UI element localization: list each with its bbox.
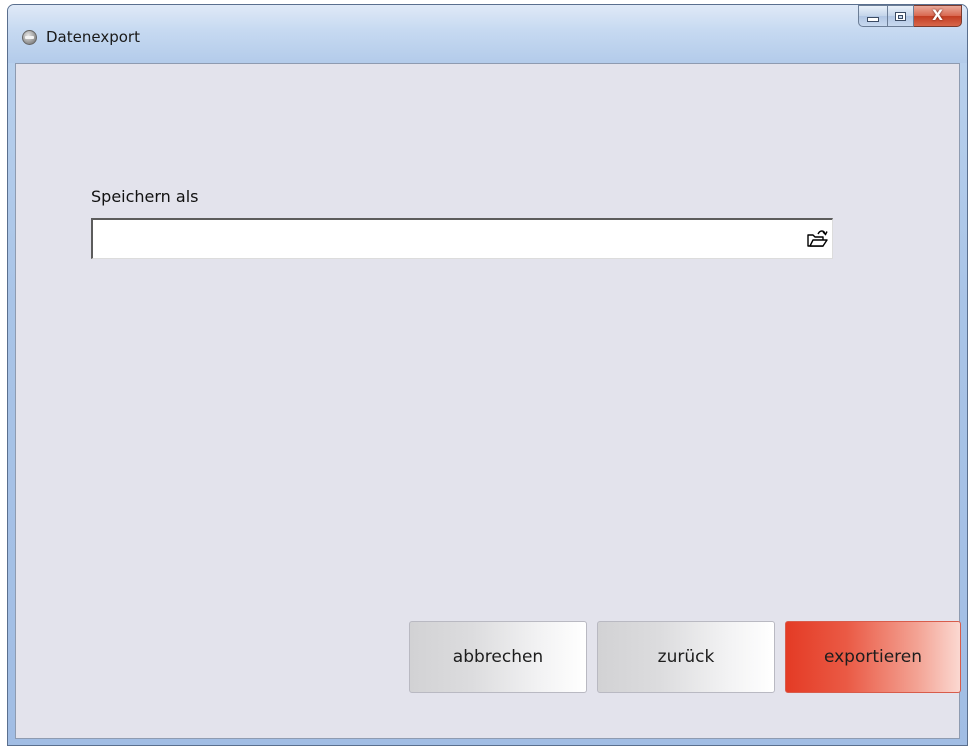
open-folder-icon xyxy=(807,230,828,247)
cancel-button-label: abbrechen xyxy=(452,647,544,667)
back-button[interactable]: zurück xyxy=(597,621,775,693)
close-icon: X xyxy=(932,8,943,24)
app-disc-icon[interactable] xyxy=(22,30,37,45)
browse-folder-button[interactable] xyxy=(806,229,828,249)
save-path-field[interactable] xyxy=(91,218,833,259)
maximize-icon xyxy=(895,11,906,21)
cancel-button[interactable]: abbrechen xyxy=(409,621,587,693)
export-button-label: exportieren xyxy=(823,647,923,667)
title-bar[interactable]: Datenexport X xyxy=(8,5,967,63)
minimize-icon xyxy=(867,17,879,22)
save-as-label: Speichern als xyxy=(91,187,199,206)
maximize-button[interactable] xyxy=(887,5,914,27)
close-button[interactable]: X xyxy=(914,5,962,27)
minimize-button[interactable] xyxy=(858,5,887,27)
export-dialog-window: Datenexport X Speichern als abbrechen zu… xyxy=(7,4,968,746)
export-button[interactable]: exportieren xyxy=(785,621,961,693)
caption-buttons: X xyxy=(858,5,962,27)
save-path-input[interactable] xyxy=(93,220,793,258)
window-title: Datenexport xyxy=(46,28,140,46)
dialog-client-area: Speichern als abbrechen zurück exportier… xyxy=(15,63,961,739)
back-button-label: zurück xyxy=(657,647,715,667)
